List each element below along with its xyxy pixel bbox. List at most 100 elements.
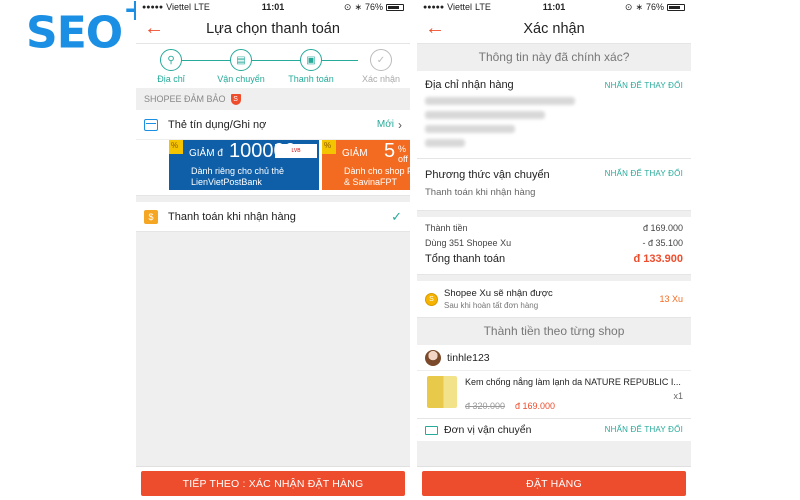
lock-rotation-icon: ⊙ — [624, 1, 633, 12]
address-section[interactable]: Địa chỉ nhận hàng NHẤN ĐỂ THAY ĐỔI — [417, 71, 691, 159]
page-title: Lựa chọn thanh toán — [206, 20, 340, 37]
document-icon: ▤ — [230, 49, 252, 71]
next-confirm-order-button[interactable]: TIẾP THEO : XÁC NHẬN ĐẶT HÀNG — [141, 471, 405, 496]
chevron-right-icon: › — [398, 117, 402, 132]
product-name: Kem chống nắng làm lạnh da NATURE REPUBL… — [465, 377, 681, 387]
nav-bar: ← Lựa chọn thanh toán — [136, 14, 410, 44]
payment-selection-screen: ●●●●● Viettel LTE 11:01 ⊙ ∗ 76% ← Lựa ch… — [136, 0, 410, 500]
checkout-stepper: ⚲ Địa chỉ ▤ Vận chuyển ▣ Thanh toán ✓ Xá… — [136, 44, 410, 88]
grand-total-label: Tổng thanh toán — [425, 253, 506, 265]
shipping-method-section[interactable]: Phương thức vận chuyển NHẤN ĐỂ THAY ĐỔI … — [417, 159, 691, 211]
place-order-button[interactable]: ĐẶT HÀNG — [422, 471, 686, 496]
truck-icon — [425, 425, 438, 435]
promo-carousel[interactable]: GIẢM đ 100000 LVB Dành riêng cho chủ thẻ… — [136, 140, 410, 196]
promo-amount: 5 — [384, 140, 396, 162]
xu-earn-row: S Shopee Xu sẽ nhận được Sau khi hoàn tấ… — [417, 281, 691, 318]
xu-discount-line: Dùng 351 Shopee Xu - đ 35.100 — [425, 238, 683, 248]
shop-name: tinhle123 — [447, 351, 490, 364]
grand-total-line: Tổng thanh toán đ 133.900 — [425, 253, 683, 265]
promo-line1: Dành cho shop FPT — [344, 166, 410, 176]
promo-line2: & SavinaFPT — [344, 177, 398, 187]
step-payment[interactable]: ▣ Thanh toán — [281, 49, 341, 84]
blurred-address-line — [425, 139, 465, 147]
cash-box-icon: $ — [144, 209, 158, 224]
promo-card-lienviet[interactable]: GIẢM đ 100000 LVB Dành riêng cho chủ thẻ… — [169, 140, 319, 190]
confirmation-screen: ●●●●● Viettel LTE 11:01 ⊙ ∗ 76% ← Xác nh… — [417, 0, 691, 500]
step-label: Vận chuyển — [217, 74, 265, 84]
blurred-address-line — [425, 97, 575, 105]
step-label: Xác nhận — [361, 74, 401, 84]
checkmark-icon: ✓ — [391, 208, 402, 224]
step-shipping[interactable]: ▤ Vận chuyển — [211, 49, 271, 84]
subtotal-line: Thành tiền đ 169.000 — [425, 223, 683, 233]
battery-percent: 76% — [645, 2, 664, 12]
battery-icon — [386, 3, 404, 11]
back-arrow-icon[interactable]: ← — [423, 17, 447, 39]
battery-icon — [667, 3, 685, 11]
shield-icon: S — [230, 93, 241, 105]
avatar — [425, 349, 441, 366]
bottom-bar: ĐẶT HÀNG — [417, 466, 691, 500]
bank-logo: LVB — [275, 144, 317, 158]
product-new-price: đ 169.000 — [515, 401, 556, 411]
xu-earn-label: Shopee Xu sẽ nhận được — [444, 288, 553, 299]
seo-plus-logo: SEO+ — [26, 0, 148, 59]
shop-row[interactable]: tinhle123 — [417, 345, 691, 371]
by-shop-heading: Thành tiền theo từng shop — [417, 318, 691, 345]
new-badge: Mới — [376, 119, 394, 130]
totals-section: Thành tiền đ 169.000 Dùng 351 Shopee Xu … — [417, 217, 691, 275]
step-label: Thanh toán — [288, 74, 334, 84]
card-label: Thẻ tín dụng/Ghi nợ — [168, 118, 267, 131]
payment-option-cod[interactable]: $ Thanh toán khi nhận hàng ✓ — [136, 202, 410, 232]
discount-tag-icon — [322, 140, 336, 154]
step-confirm[interactable]: ✓ Xác nhận — [351, 49, 410, 84]
logo-text: SEO — [26, 7, 123, 59]
discount-tag-icon — [169, 140, 183, 154]
wallet-icon: ▣ — [300, 49, 322, 71]
status-bar: ●●●●● Viettel LTE 11:01 ⊙ ∗ 76% — [417, 0, 691, 14]
shipping-unit-row[interactable]: Đơn vị vận chuyển NHẤN ĐỂ THAY ĐỔI — [417, 419, 691, 441]
cod-label: Thanh toán khi nhận hàng — [168, 210, 296, 223]
check-icon: ✓ — [370, 49, 392, 71]
page-title: Xác nhận — [523, 20, 585, 37]
back-arrow-icon[interactable]: ← — [142, 17, 166, 39]
change-shipping-unit-link[interactable]: NHẤN ĐỂ THAY ĐỔI — [605, 425, 683, 434]
coin-icon: S — [425, 292, 438, 306]
product-qty: x1 — [673, 391, 683, 401]
change-address-link[interactable]: NHẤN ĐỂ THAY ĐỔI — [605, 81, 683, 90]
bluetooth-icon: ∗ — [635, 1, 643, 12]
xu-discount-value: - đ 35.100 — [642, 238, 683, 248]
promo-line2: LienVietPostBank — [191, 177, 262, 187]
xu-earn-sub: Sau khi hoàn tất đơn hàng — [444, 301, 539, 310]
promo-giam: GIẢM — [342, 148, 368, 159]
step-label: Địa chỉ — [157, 74, 185, 84]
subtotal-value: đ 169.000 — [642, 223, 683, 233]
product-item[interactable]: Kem chống nắng làm lạnh da NATURE REPUBL… — [417, 371, 691, 419]
blurred-address-line — [425, 111, 545, 119]
shipping-sub: Thanh toán khi nhận hàng — [425, 187, 536, 198]
guarantee-text: SHOPEE ĐẢM BẢO — [144, 94, 226, 104]
nav-bar: ← Xác nhận — [417, 14, 691, 44]
promo-unit: % — [398, 144, 407, 154]
promo-giam: GIẢM đ — [189, 148, 223, 159]
xu-earn-amount: 13 Xu — [659, 294, 683, 304]
product-old-price: đ 320.000 — [465, 401, 506, 411]
credit-card-icon — [144, 118, 158, 131]
shipping-unit-label: Đơn vị vận chuyển — [444, 424, 532, 436]
subtotal-label: Thành tiền — [425, 223, 468, 233]
grand-total-value: đ 133.900 — [633, 253, 683, 265]
confirm-question: Thông tin này đã chính xác? — [417, 44, 691, 71]
map-pin-icon: ⚲ — [160, 49, 182, 71]
xu-discount-label: Dùng 351 Shopee Xu — [425, 238, 512, 248]
bluetooth-icon: ∗ — [354, 1, 362, 12]
payment-option-card[interactable]: Thẻ tín dụng/Ghi nợ Mới › — [136, 110, 410, 140]
change-shipping-link[interactable]: NHẤN ĐỂ THAY ĐỔI — [605, 169, 683, 178]
promo-line1: Dành riêng cho chủ thẻ — [191, 166, 285, 176]
promo-off: off — [398, 154, 408, 164]
promo-card-fpt[interactable]: GIẢM 5 % off Dành cho shop FPT & SavinaF… — [322, 140, 410, 190]
battery-percent: 76% — [364, 2, 383, 12]
step-address[interactable]: ⚲ Địa chỉ — [141, 49, 201, 84]
product-thumbnail — [427, 376, 457, 408]
status-bar: ●●●●● Viettel LTE 11:01 ⊙ ∗ 76% — [136, 0, 410, 14]
lock-rotation-icon: ⊙ — [343, 1, 352, 12]
